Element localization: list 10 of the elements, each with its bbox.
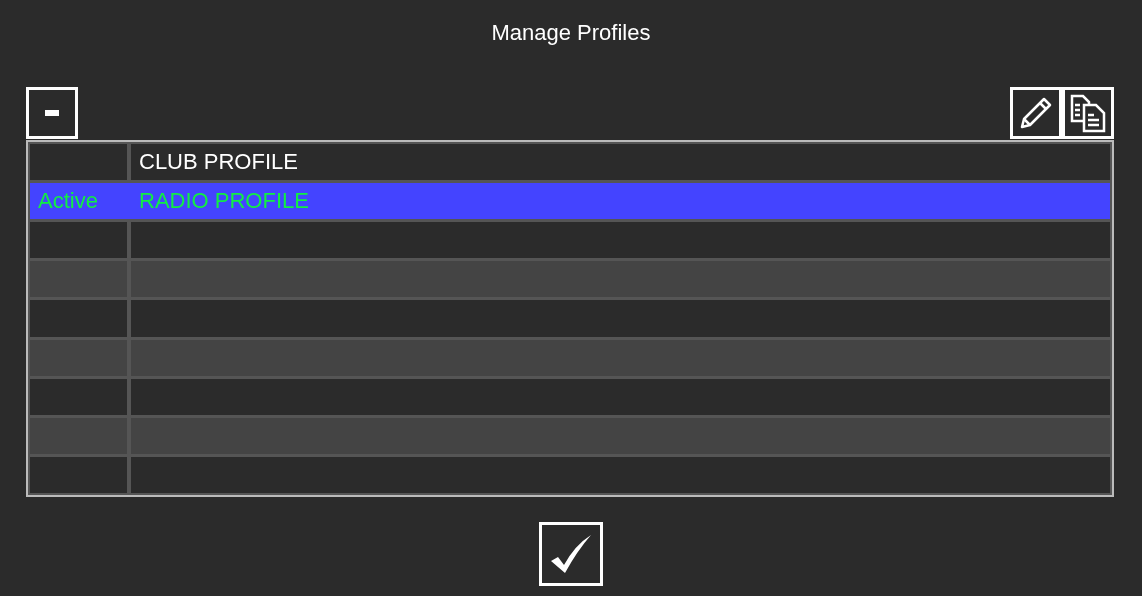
confirm-button[interactable] (539, 522, 603, 586)
window-title: Manage Profiles (491, 20, 651, 47)
edit-button[interactable] (1010, 87, 1062, 139)
pencil-icon (1018, 95, 1054, 131)
checkmark-icon (549, 533, 593, 575)
duplicate-button[interactable] (1062, 87, 1114, 139)
copy-icon (1069, 93, 1107, 133)
minus-icon (45, 110, 59, 116)
profile-row[interactable]: Active RADIO PROFILE (30, 183, 1110, 220)
remove-button[interactable] (26, 87, 78, 139)
